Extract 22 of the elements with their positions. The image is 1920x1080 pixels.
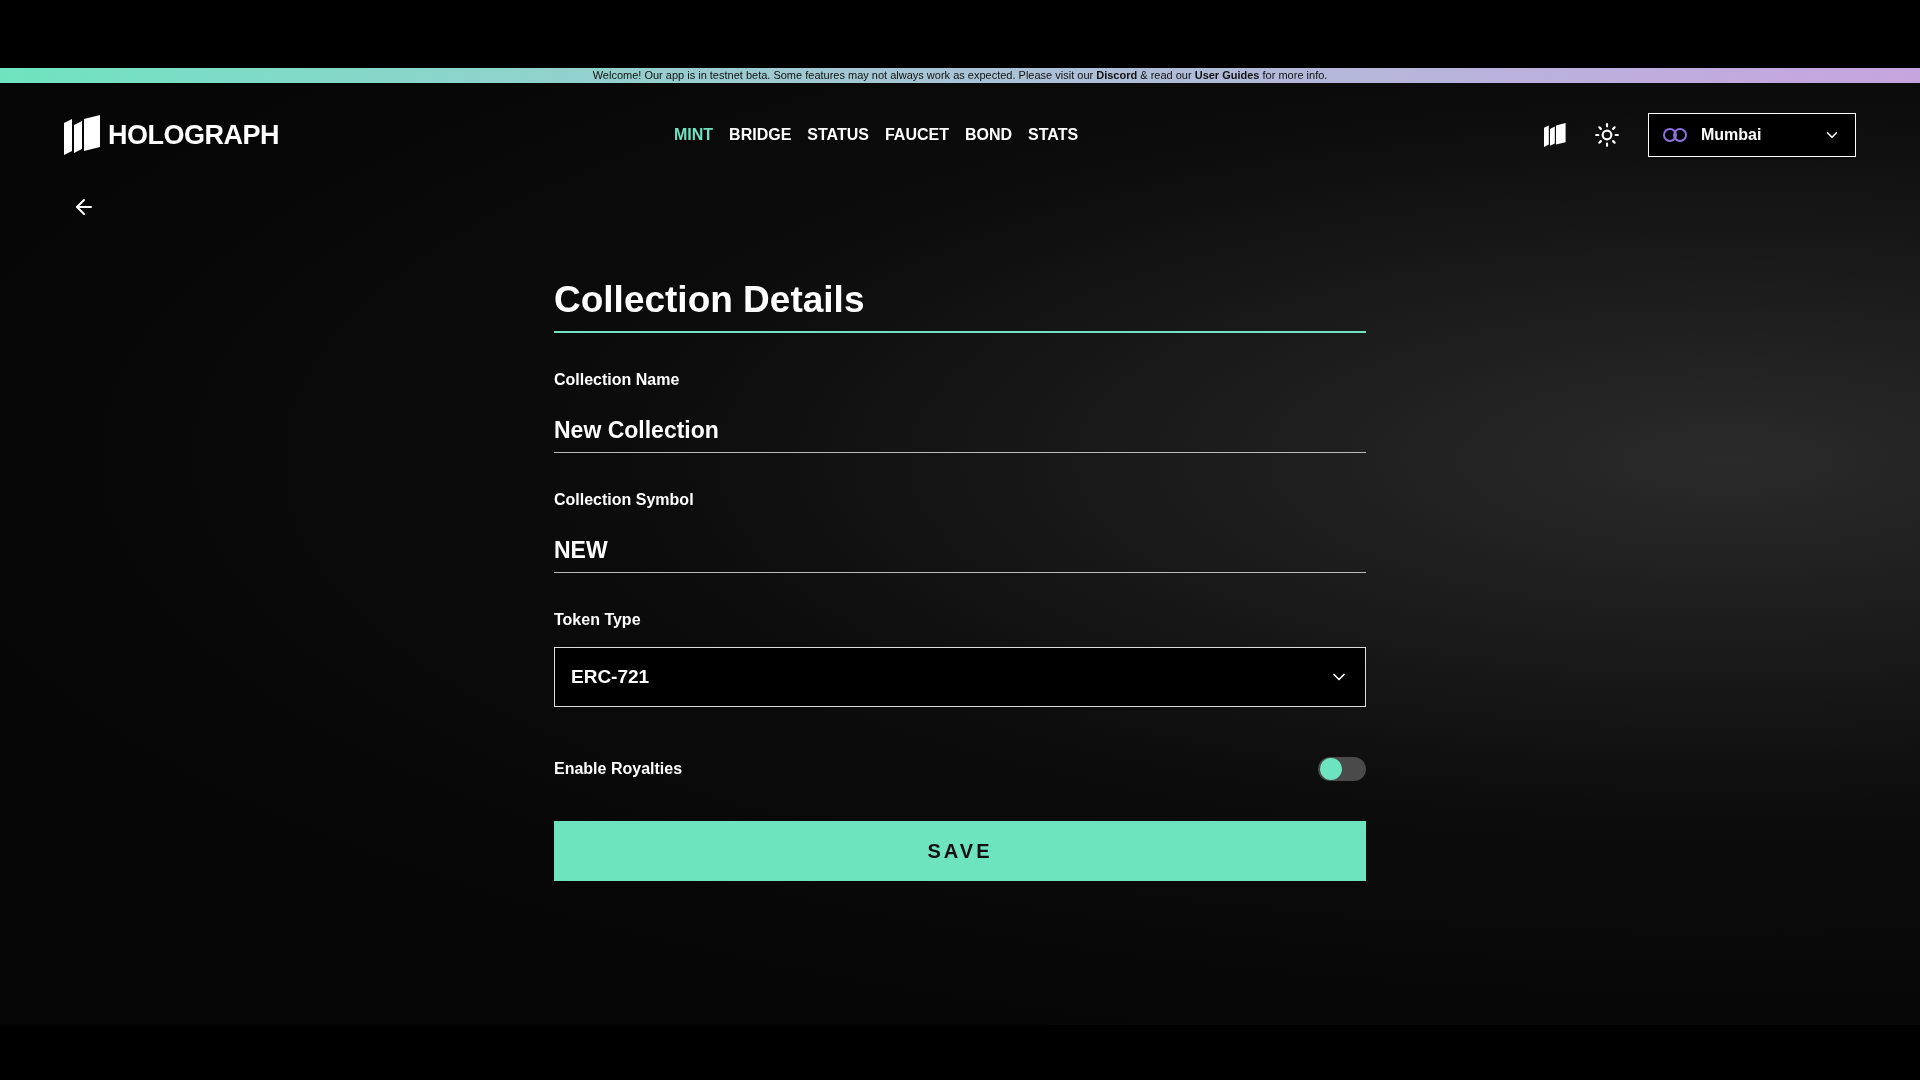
- logo-icon: [64, 115, 100, 155]
- save-button[interactable]: SAVE: [554, 821, 1366, 881]
- input-field[interactable]: New Collection: [554, 417, 1366, 453]
- brand-name: HOLOGRAPH: [108, 119, 279, 151]
- nav-link[interactable]: STATUS: [807, 126, 869, 144]
- sun-icon[interactable]: [1594, 122, 1620, 148]
- nav-link[interactable]: FAUCET: [884, 126, 949, 144]
- nav-link[interactable]: BOND: [964, 126, 1013, 144]
- nav-link[interactable]: MINT: [674, 126, 714, 144]
- banner-text: Welcome! Our app is in testnet beta. Some features may not always work as expected. Please visit our Discord & read our User Guides for more info.: [592, 68, 1328, 83]
- chain-link-icon: [1663, 126, 1687, 144]
- nav-link[interactable]: BRIDGE: [729, 126, 792, 144]
- field-label: Collection Symbol: [554, 491, 695, 509]
- input-field[interactable]: NEW: [554, 537, 1366, 573]
- field-label: Token Type: [554, 611, 642, 629]
- network-select[interactable]: Mumbai: [1648, 113, 1856, 157]
- form-title: Collection Details: [554, 279, 1366, 333]
- token-type-select[interactable]: ERC-721: [554, 647, 1366, 707]
- royalties-toggle[interactable]: [1318, 757, 1366, 781]
- toggle-label: Enable Royalties: [554, 760, 683, 778]
- nav-link[interactable]: STATS: [1028, 126, 1079, 144]
- field-label: Collection Name: [554, 371, 681, 389]
